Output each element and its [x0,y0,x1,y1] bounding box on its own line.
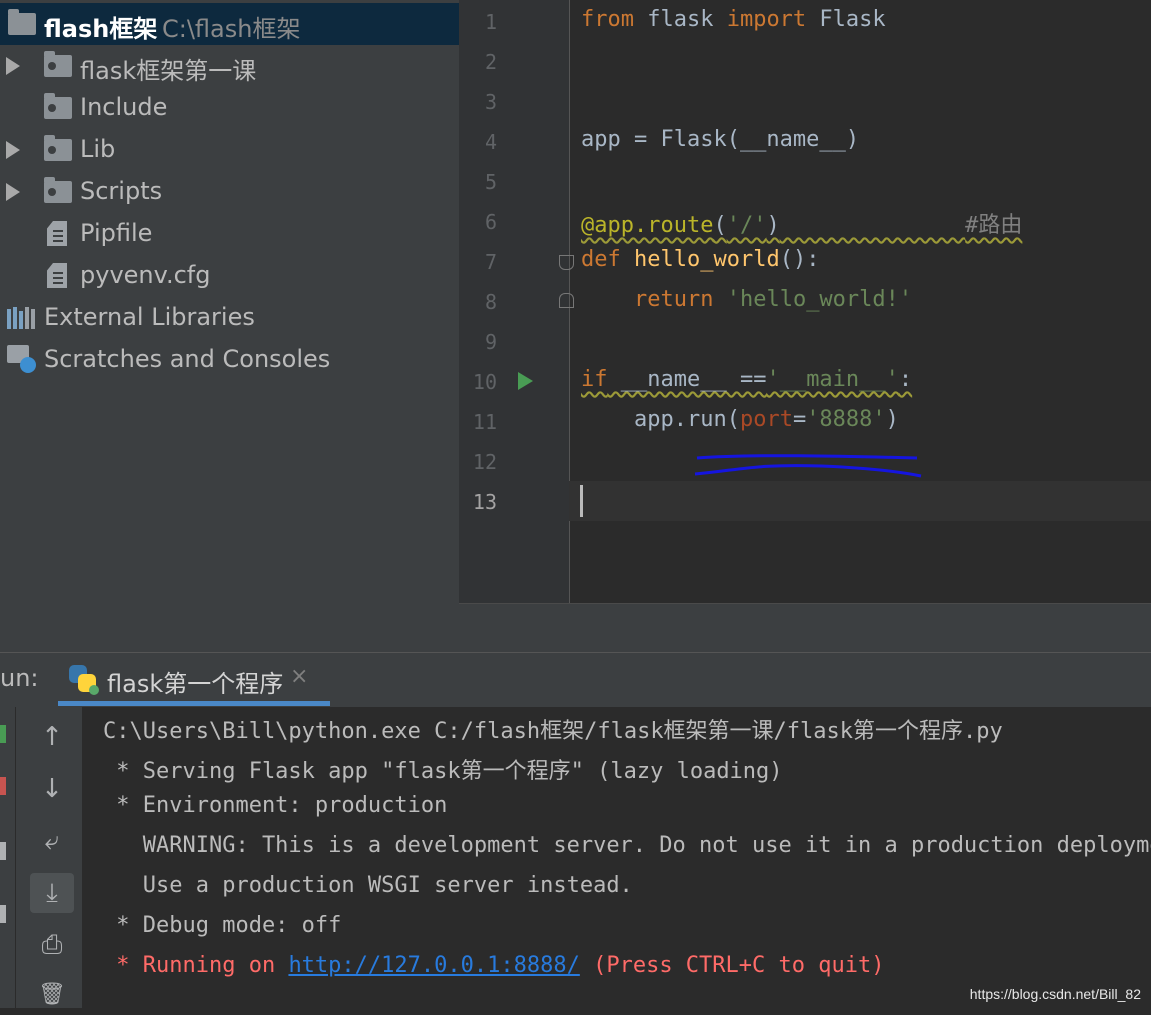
line-number: 7 [484,250,497,274]
line-number: 12 [472,450,497,474]
project-panel: flash框架 C:\flash框架 flask框架第一课 Include Li… [0,0,459,652]
python-run-icon [69,665,99,695]
tree-item-label: flask框架第一课 [80,57,257,85]
folder-icon [44,135,72,161]
line-number: 10 [472,370,497,394]
console-line-running: * Running on http://127.0.0.1:8888/ (Pre… [103,953,885,978]
tree-item-label: Include [80,93,168,121]
expand-arrow-icon[interactable] [6,183,20,201]
run-gutter-icon[interactable] [518,372,533,390]
run-tab-indicator [58,701,330,706]
line-number: 5 [484,170,497,194]
settings-icon[interactable] [0,905,6,923]
tree-item-scripts[interactable]: Scripts [0,171,459,213]
libraries-icon [7,307,37,329]
trash-icon[interactable]: 🗑 [30,975,74,1015]
folder-icon [8,9,36,35]
file-icon [47,263,67,288]
code-line-10: if __name__ =='__main__': [581,367,913,392]
run-label: un: [0,664,39,692]
line-number: 4 [484,130,497,154]
tree-item-label: Lib [80,135,116,163]
soft-wrap-icon[interactable]: ⤶ [30,821,74,861]
tree-item-pyvenv[interactable]: pyvenv.cfg [0,255,459,297]
up-arrow-icon[interactable]: ↑ [30,717,74,757]
code-line-4: app = Flask(__name__) [581,127,860,152]
folder-icon [44,51,72,77]
tree-item-pipfile[interactable]: Pipfile [0,213,459,255]
text-caret [580,485,583,517]
run-left-toolbar [0,707,16,1008]
tree-item-lib[interactable]: Lib [0,129,459,171]
folder-icon [44,93,72,119]
code-line-6: @app.route('/') #路由 [581,213,1023,238]
print-icon[interactable]: ⎙ [30,925,74,965]
code-line-1: from flask import Flask [581,7,886,32]
line-number: 11 [472,410,497,434]
restore-layout-icon[interactable] [0,842,6,860]
line-number: 2 [484,50,497,74]
tree-root[interactable]: flash框架 C:\flash框架 [0,3,459,45]
current-line-highlight [569,481,1151,521]
console-line: * Environment: production [103,793,448,818]
line-number: 9 [484,330,497,354]
console-line: * Serving Flask app "flask第一个程序" (lazy l… [103,759,783,784]
code-line-8: return 'hello_world!' [633,287,913,312]
tree-item-scratches[interactable]: Scratches and Consoles [0,339,459,381]
tree-item-flask-course[interactable]: flask框架第一课 [0,45,459,87]
tree-item-label: External Libraries [44,303,255,331]
watermark: https://blog.csdn.net/Bill_82 [969,986,1141,1002]
code-editor[interactable]: 1 2 3 4 5 6 7 8 9 10 11 12 13 from flask… [459,0,1151,653]
stop-icon[interactable] [0,777,6,795]
rerun-icon[interactable] [0,725,6,743]
tree-item-include[interactable]: Include [0,87,459,129]
fold-icon[interactable] [559,293,574,308]
tree-item-label: pyvenv.cfg [80,261,211,289]
editor-breadcrumb-bar [459,603,1151,653]
fold-icon[interactable] [559,255,574,270]
expand-arrow-icon[interactable] [6,57,20,75]
code-line-7: def hello_world(): [581,247,820,272]
line-number: 13 [472,490,497,514]
run-tab-label: flask第一个程序 [107,670,284,698]
file-icon [47,221,67,246]
line-number: 1 [484,10,497,34]
scratches-icon [7,345,39,375]
run-tools-toolbar: ↑ ↓ ⤶ ⤓ ⎙ 🗑 [16,707,83,1008]
tree-item-label: Pipfile [80,219,153,247]
line-number: 3 [484,90,497,114]
server-url-link[interactable]: http://127.0.0.1:8888/ [288,953,579,978]
expand-arrow-icon[interactable] [6,141,20,159]
tree-item-label: Scripts [80,177,163,205]
tree-item-label: Scratches and Consoles [44,345,331,373]
scroll-to-end-icon[interactable]: ⤓ [30,873,74,913]
console-line: * Debug mode: off [103,913,342,938]
line-number: 8 [484,290,497,314]
console-line: C:\Users\Bill\python.exe C:/flash框架/flas… [103,719,1003,744]
console-line: Use a production WSGI server instead. [103,873,633,898]
line-number: 6 [484,210,497,234]
folder-icon [44,177,72,203]
root-path: C:\flash框架 [162,15,301,43]
down-arrow-icon[interactable]: ↓ [30,769,74,809]
close-icon[interactable]: × [290,664,308,689]
annotation-scribble [694,454,922,478]
console-line: WARNING: This is a development server. D… [103,833,1151,858]
code-line-11: app.run(port='8888') [581,407,899,432]
run-console[interactable]: C:\Users\Bill\python.exe C:/flash框架/flas… [83,707,1151,1008]
tree-item-external-libraries[interactable]: External Libraries [0,297,459,339]
root-name: flash框架 [44,15,158,43]
